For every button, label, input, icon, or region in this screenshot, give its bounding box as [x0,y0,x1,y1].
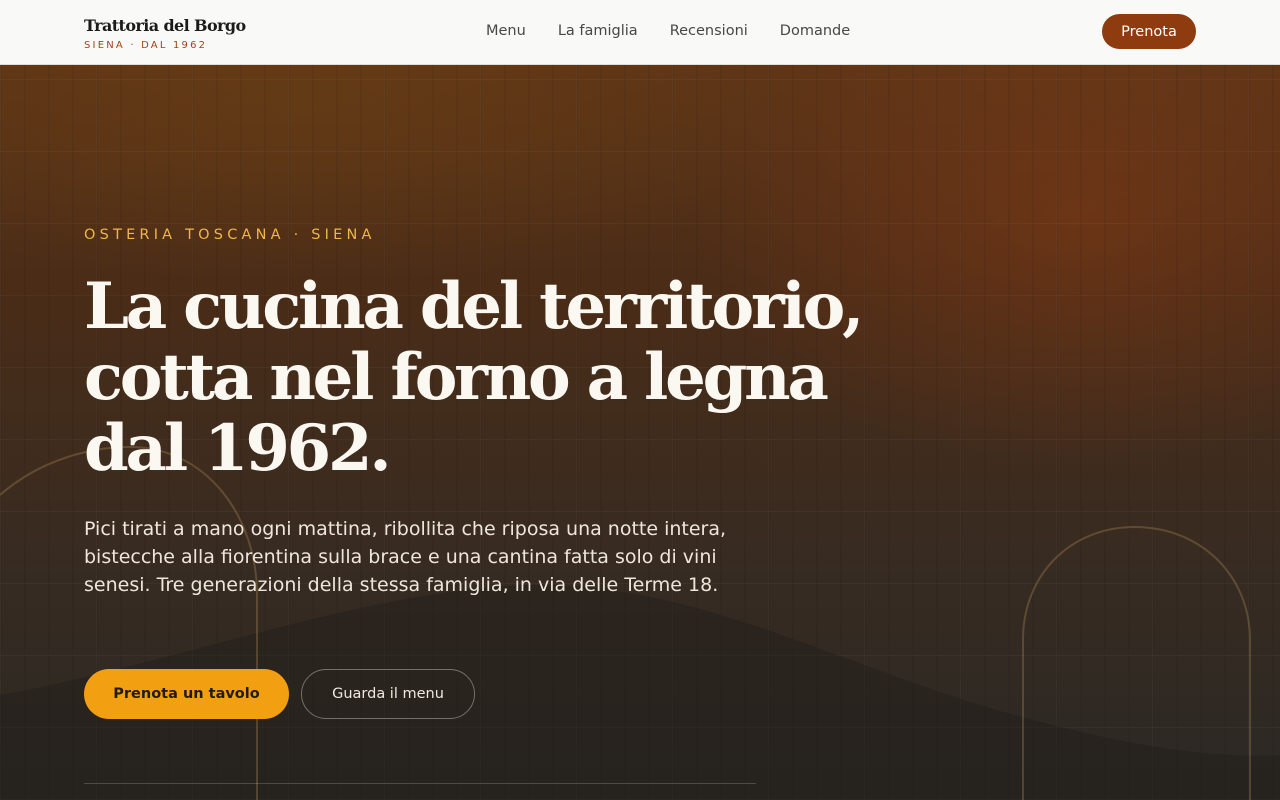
site-header: Trattoria del Borgo SIENA · DAL 1962 Men… [0,0,1280,65]
hero-eyebrow: OSTERIA TOSCANA · SIENA [84,227,376,243]
nav-link-recensioni[interactable]: Recensioni [670,21,748,41]
main-nav: Menu La famiglia Recensioni Domande [486,21,850,41]
book-table-button[interactable]: Prenota un tavolo [84,669,289,719]
hero-section: OSTERIA TOSCANA · SIENA La cucina del te… [0,65,1280,800]
view-menu-button[interactable]: Guarda il menu [301,669,475,719]
hero-headline: La cucina del territorio, cotta nel forn… [84,269,864,486]
brand-tagline: SIENA · DAL 1962 [84,40,208,51]
header-book-button[interactable]: Prenota [1102,14,1196,49]
hero-description: Pici tirati a mano ogni mattina, ribolli… [84,518,727,596]
brand-name: Trattoria del Borgo [84,16,246,35]
hero-divider [84,783,756,784]
nav-link-menu[interactable]: Menu [486,21,526,41]
nav-link-domande[interactable]: Domande [780,21,850,41]
nav-link-la-famiglia[interactable]: La famiglia [558,21,638,41]
brand-logo[interactable]: Trattoria del Borgo SIENA · DAL 1962 [84,15,246,53]
